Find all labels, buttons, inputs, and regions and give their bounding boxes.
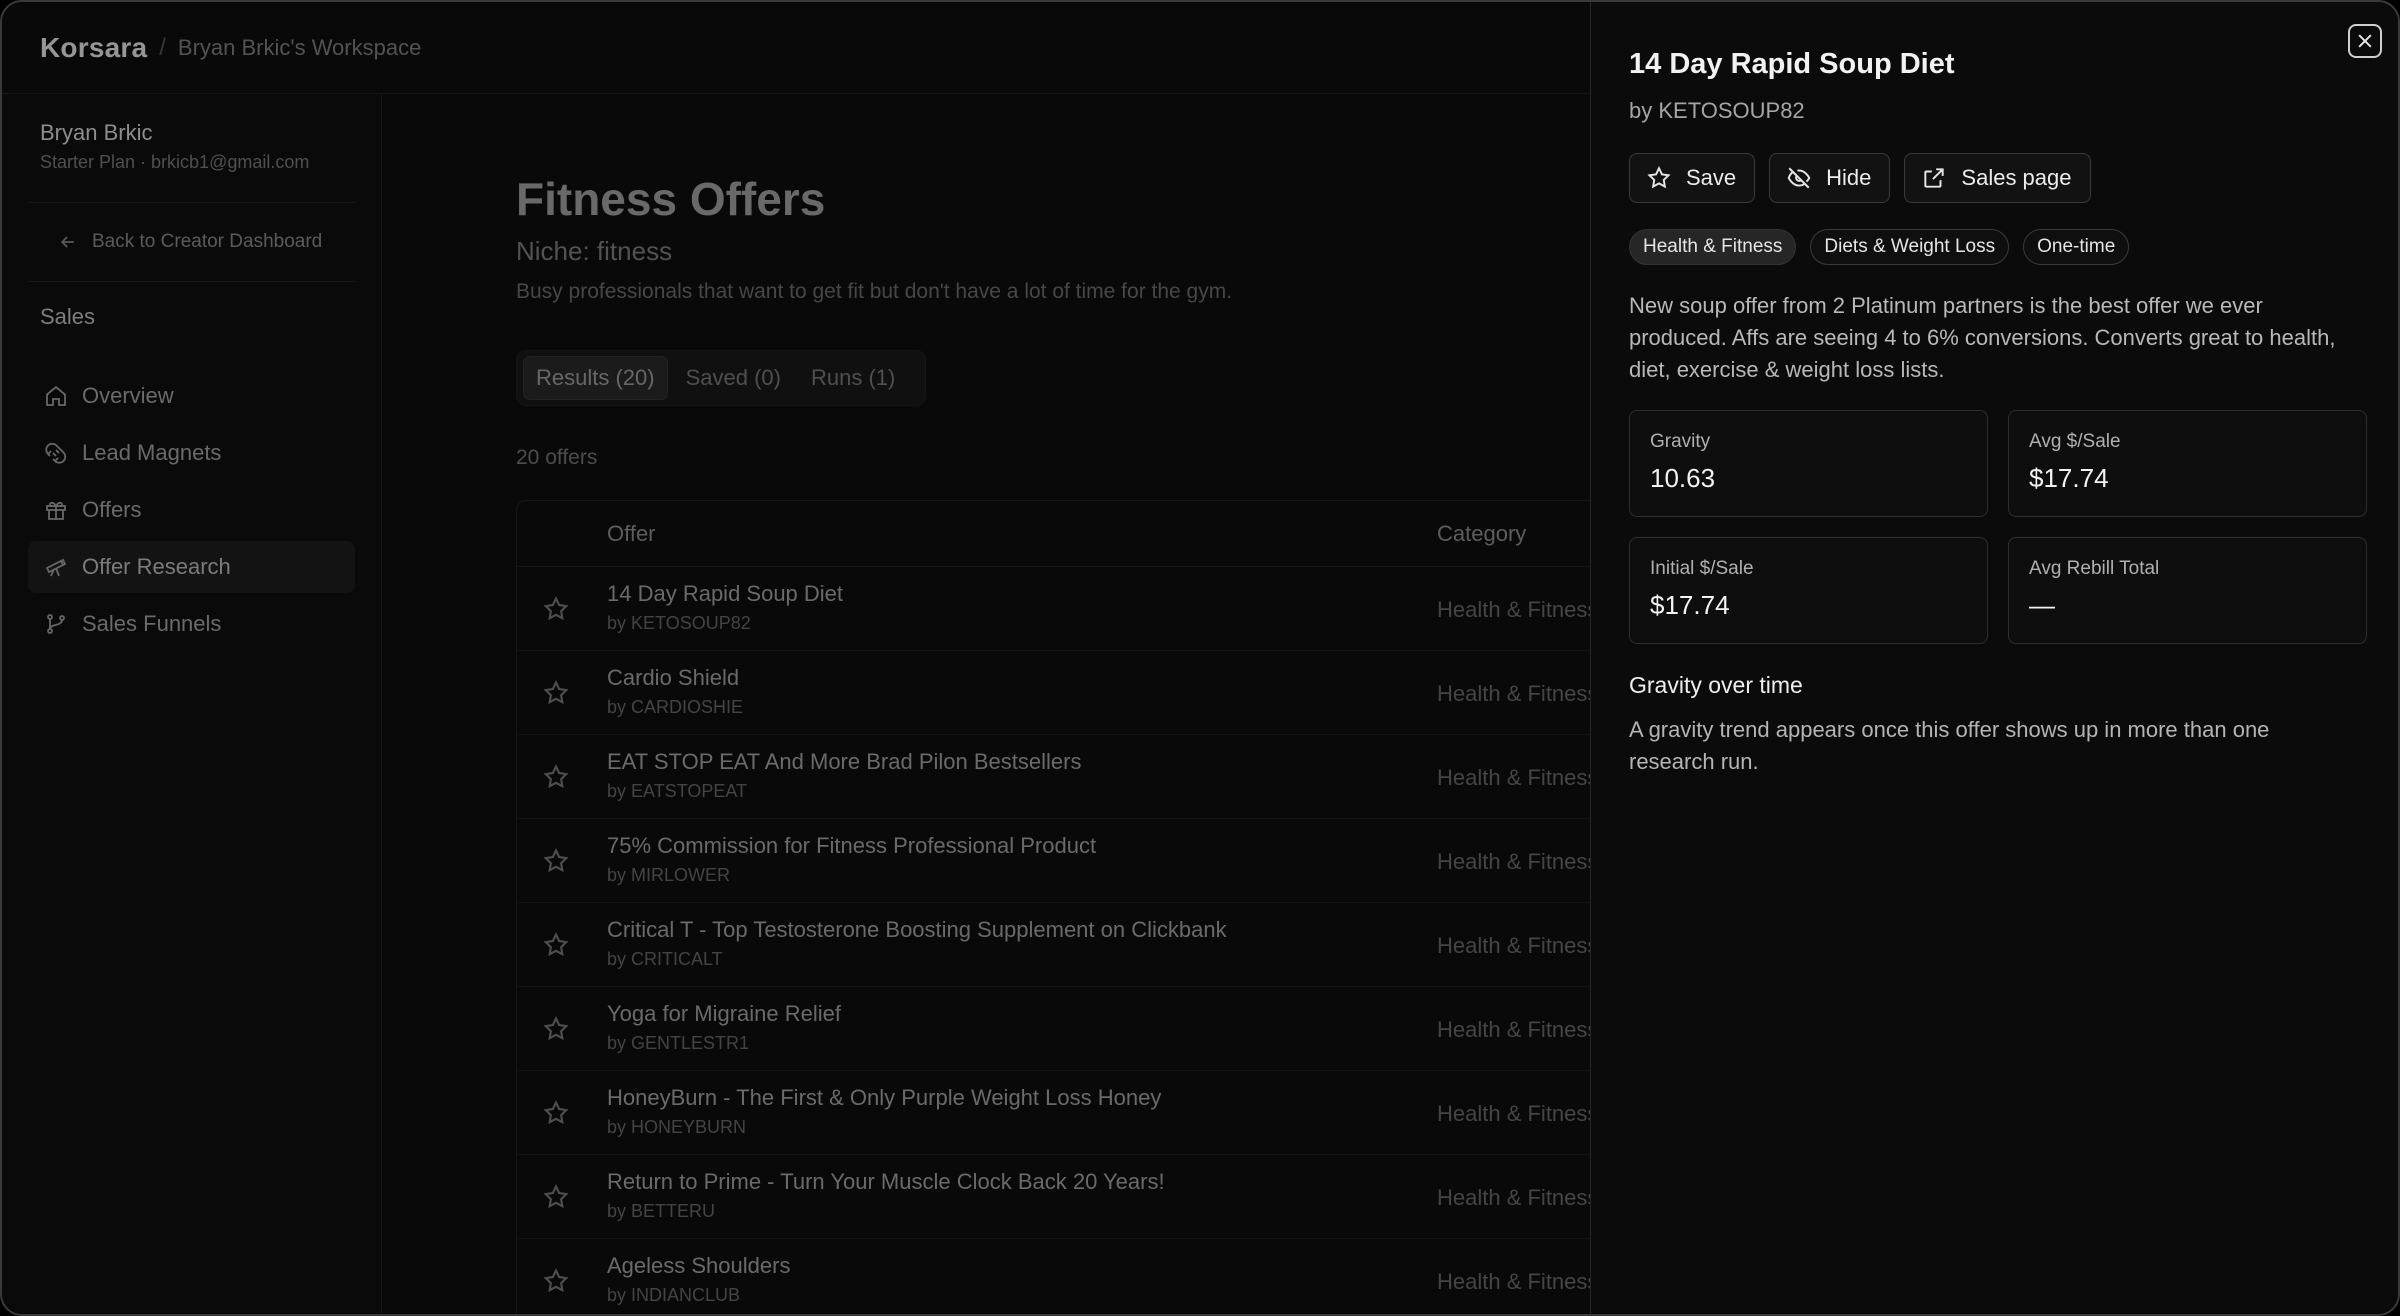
external-link-icon <box>1924 168 1945 188</box>
stat-card-initial-sale: Initial $/Sale $17.74 <box>1629 537 1988 644</box>
stat-label: Gravity <box>1650 431 1711 452</box>
gravity-section-title: Gravity over time <box>1629 672 1803 698</box>
hide-button[interactable]: Hide <box>1769 153 1891 203</box>
hide-label: Hide <box>1826 165 1872 190</box>
offer-detail-drawer: 14 Day Rapid Soup Diet by KETOSOUP82 Sav… <box>1590 2 2398 1314</box>
stat-label: Avg Rebill Total <box>2029 558 2160 579</box>
sales-page-label: Sales page <box>1961 165 2072 190</box>
stat-label: Initial $/Sale <box>1650 558 1754 579</box>
star-icon <box>1647 166 1671 189</box>
app-window: Korsara / Bryan Brkic's Workspace Bryan … <box>0 0 2400 1316</box>
save-button[interactable]: Save <box>1629 153 1756 203</box>
stat-card-gravity: Gravity 10.63 <box>1629 410 1988 517</box>
offer-stats: Gravity 10.63 Avg $/Sale $17.74 Initial … <box>1629 410 2367 644</box>
offer-description: New soup offer from 2 Platinum partners … <box>1629 293 2336 382</box>
stat-label: Avg $/Sale <box>2029 431 2121 452</box>
stat-value: $17.74 <box>1650 590 1730 620</box>
eye-off-icon <box>1787 167 1811 189</box>
stat-value: $17.74 <box>2029 463 2109 493</box>
offer-title: 14 Day Rapid Soup Diet <box>1629 48 1955 80</box>
offer-actions: Save Hide Sales page <box>1629 153 2091 203</box>
tag-chip[interactable]: Diets & Weight Loss <box>1810 229 2010 265</box>
tag-chip[interactable]: Health & Fitness <box>1629 229 1797 265</box>
offer-vendor: by KETOSOUP82 <box>1629 98 1805 123</box>
stat-value: 10.63 <box>1650 463 1716 493</box>
sales-page-button[interactable]: Sales page <box>1904 153 2091 203</box>
stat-value: — <box>2029 590 2055 620</box>
close-button[interactable] <box>2348 24 2382 58</box>
save-label: Save <box>1686 165 1737 190</box>
offer-tags: Health & Fitness Diets & Weight Loss One… <box>1629 229 2130 265</box>
stat-card-avg-sale: Avg $/Sale $17.74 <box>2008 410 2367 517</box>
close-icon <box>2358 34 2372 48</box>
stat-card-avg-rebill: Avg Rebill Total — <box>2008 537 2367 644</box>
tag-chip[interactable]: One-time <box>2023 229 2130 265</box>
gravity-empty-state: A gravity trend appears once this offer … <box>1629 717 2270 774</box>
